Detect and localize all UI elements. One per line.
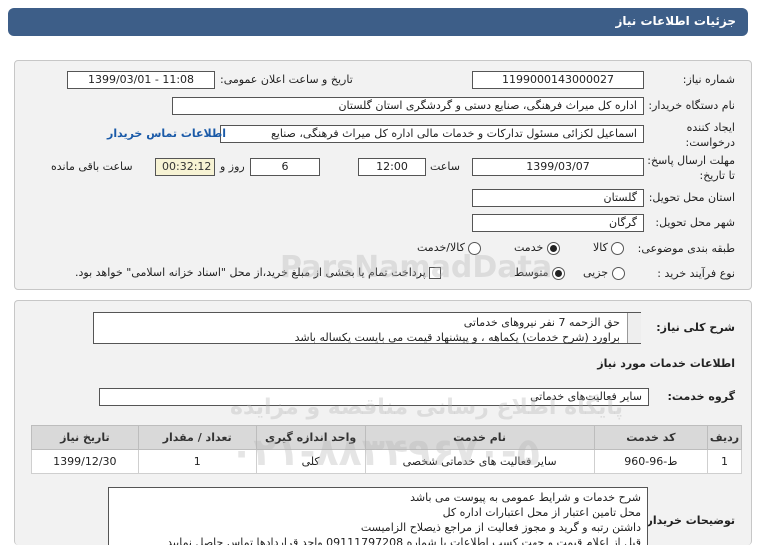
column-header: واحد اندازه گیری — [255, 425, 366, 450]
column-header: ردیف — [707, 425, 742, 450]
service-group-label: گروه خدمت: — [667, 390, 735, 403]
buyer-label: نام دستگاه خریدار: — [648, 99, 735, 112]
process-option-medium[interactable]: متوسط — [514, 266, 566, 280]
radio-icon[interactable] — [611, 241, 625, 255]
page-title: جزئیات اطلاعات نیاز — [615, 14, 736, 28]
category-option-goods-service[interactable]: کالا/خدمت — [417, 241, 482, 255]
category-option-service[interactable]: خدمت — [514, 241, 560, 255]
days-remaining-field[interactable]: 6 — [250, 158, 320, 176]
table-cell: سایر فعالیت های خدماتی شخصی — [364, 449, 595, 474]
column-header: تعداد / مقدار — [137, 425, 257, 450]
radio-icon[interactable] — [611, 266, 625, 280]
radio-selected-icon[interactable] — [552, 266, 566, 280]
table-cell: 1399/12/30 — [31, 449, 139, 474]
province-field[interactable]: گلستان — [472, 189, 644, 207]
table-cell: 1 — [137, 449, 257, 474]
table-header-row: ردیف کد خدمت نام خدمت واحد اندازه گیری ت… — [31, 425, 742, 450]
process-option-minor[interactable]: جزیی — [583, 266, 625, 280]
need-number-field[interactable]: 1199000143000027 — [472, 71, 644, 89]
need-number-label: شماره نیاز: — [682, 73, 735, 86]
table-cell: ط-96-960 — [593, 449, 709, 474]
category-label: طبقه بندی موضوعی: — [637, 242, 735, 255]
buyer-field[interactable]: اداره کل میراث فرهنگی، صنایع دستی و گردش… — [172, 97, 644, 115]
buyer-notes-label: توضیحات خریدار: — [642, 514, 735, 527]
summary-scrollbar[interactable] — [627, 313, 641, 343]
announce-datetime-field[interactable]: 1399/03/01 - 11:08 — [67, 71, 215, 89]
deadline-time-field[interactable]: 12:00 — [358, 158, 426, 176]
payment-treasury-option[interactable]: پرداخت تمام یا بخشی از مبلغ خرید،از محل … — [75, 266, 442, 279]
table-row[interactable]: 1 ط-96-960 سایر فعالیت های خدماتی شخصی ک… — [31, 449, 742, 474]
process-label: نوع فرآیند خرید : — [657, 267, 735, 280]
deadline-label-2: تا تاریخ: — [699, 169, 735, 182]
remaining-time-label: ساعت باقی مانده — [51, 160, 133, 173]
summary-label: شرح کلی نیاز: — [656, 321, 735, 334]
city-label: شهر محل تحویل: — [655, 216, 735, 229]
checkbox-icon[interactable] — [429, 267, 442, 279]
category-option-goods[interactable]: کالا — [593, 241, 625, 255]
deadline-label: مهلت ارسال پاسخ: — [647, 154, 735, 167]
creator-label: ایجاد کننده — [686, 121, 735, 134]
deadline-hour-label: ساعت — [430, 160, 460, 173]
remaining-time-field[interactable]: 00:32:12 — [155, 158, 215, 176]
deadline-date-field[interactable]: 1399/03/07 — [472, 158, 644, 176]
summary-textarea[interactable]: حق الزحمه 7 نفر نیروهای خدماتی براورد (ش… — [93, 312, 641, 344]
radio-icon[interactable] — [468, 241, 482, 255]
services-section-title: اطلاعات خدمات مورد نیاز — [597, 357, 735, 370]
province-label: استان محل تحویل: — [648, 191, 735, 204]
buyer-contact-link[interactable]: اطلاعات تماس خریدار — [107, 127, 226, 140]
creator-label-2: درخواست: — [685, 136, 735, 149]
column-header: تاریخ نیاز — [31, 425, 139, 450]
creator-field[interactable]: اسماعیل لکزائی مسئول تدارکات و خدمات مال… — [220, 125, 644, 143]
services-table: ردیف کد خدمت نام خدمت واحد اندازه گیری ت… — [31, 425, 742, 474]
column-header: نام خدمت — [364, 425, 595, 450]
table-cell: کلی — [255, 449, 366, 474]
service-group-field[interactable]: سایر فعالیت‌های خدماتی — [99, 388, 649, 406]
column-header: کد خدمت — [593, 425, 709, 450]
page-header: جزئیات اطلاعات نیاز — [8, 8, 748, 36]
services-panel: شرح کلی نیاز: حق الزحمه 7 نفر نیروهای خد… — [14, 300, 752, 545]
table-cell: 1 — [707, 449, 742, 474]
announce-datetime-label: تاریخ و ساعت اعلان عمومی: — [220, 73, 353, 86]
radio-selected-icon[interactable] — [546, 241, 560, 255]
city-field[interactable]: گرگان — [472, 214, 644, 232]
buyer-notes-textarea[interactable]: شرح خدمات و شرایط عمومی به پیوست می باشد… — [108, 487, 648, 545]
need-info-panel: شماره نیاز: 1199000143000027 تاریخ و ساع… — [14, 60, 752, 290]
days-label: روز و — [220, 160, 245, 173]
